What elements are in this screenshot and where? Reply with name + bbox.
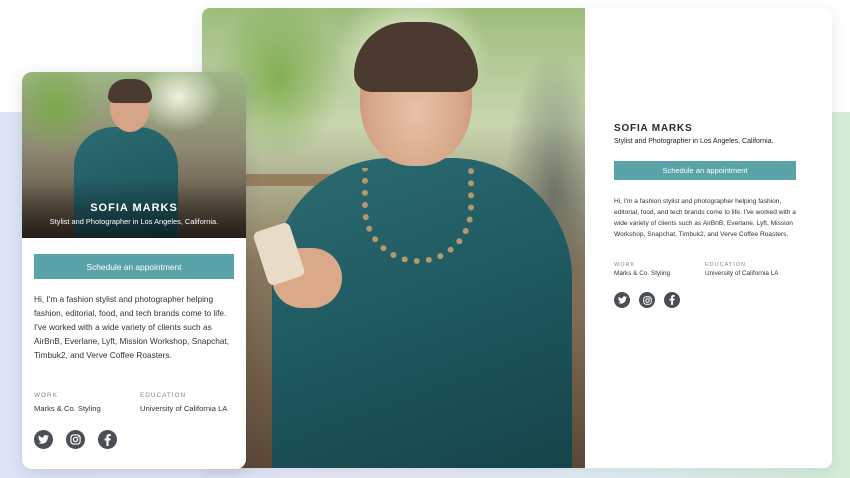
social-links: [34, 430, 117, 449]
profile-bio: Hi, I'm a fashion stylist and photograph…: [614, 198, 796, 238]
photo-subject-hair: [354, 22, 478, 92]
photo-subject-hair: [108, 79, 152, 103]
work-value: Marks & Co. Styling: [34, 404, 101, 413]
profile-name: SOFIA MARKS: [614, 123, 693, 134]
education-label: EDUCATION: [140, 392, 187, 399]
facebook-icon[interactable]: [664, 292, 680, 308]
work-label: WORK: [614, 262, 636, 268]
work-value: Marks & Co. Styling: [614, 270, 671, 277]
education-label: EDUCATION: [705, 262, 746, 268]
profile-bio: Hi, I'm a fashion stylist and photograph…: [34, 294, 230, 360]
instagram-icon[interactable]: [66, 430, 85, 449]
education-value: University of California LA: [140, 404, 228, 413]
profile-subtitle: Stylist and Photographer in Los Angeles,…: [49, 217, 219, 226]
facebook-icon[interactable]: [98, 430, 117, 449]
mobile-profile-photo: SOFIA MARKS Stylist and Photographer in …: [22, 72, 246, 238]
schedule-appointment-button[interactable]: Schedule an appointment: [34, 254, 234, 279]
twitter-icon[interactable]: [614, 292, 630, 308]
work-label: WORK: [34, 392, 58, 399]
profile-name: SOFIA MARKS: [90, 202, 178, 214]
education-value: University of California LA: [705, 270, 779, 277]
profile-photo: [202, 8, 585, 468]
desktop-profile-card: SOFIA MARKS Stylist and Photographer in …: [202, 8, 832, 468]
twitter-icon[interactable]: [34, 430, 53, 449]
profile-subtitle: Stylist and Photographer in Los Angeles,…: [614, 138, 774, 145]
instagram-icon[interactable]: [639, 292, 655, 308]
social-links: [614, 292, 680, 308]
mobile-profile-card: SOFIA MARKS Stylist and Photographer in …: [22, 72, 246, 469]
schedule-appointment-button[interactable]: Schedule an appointment: [614, 161, 796, 180]
